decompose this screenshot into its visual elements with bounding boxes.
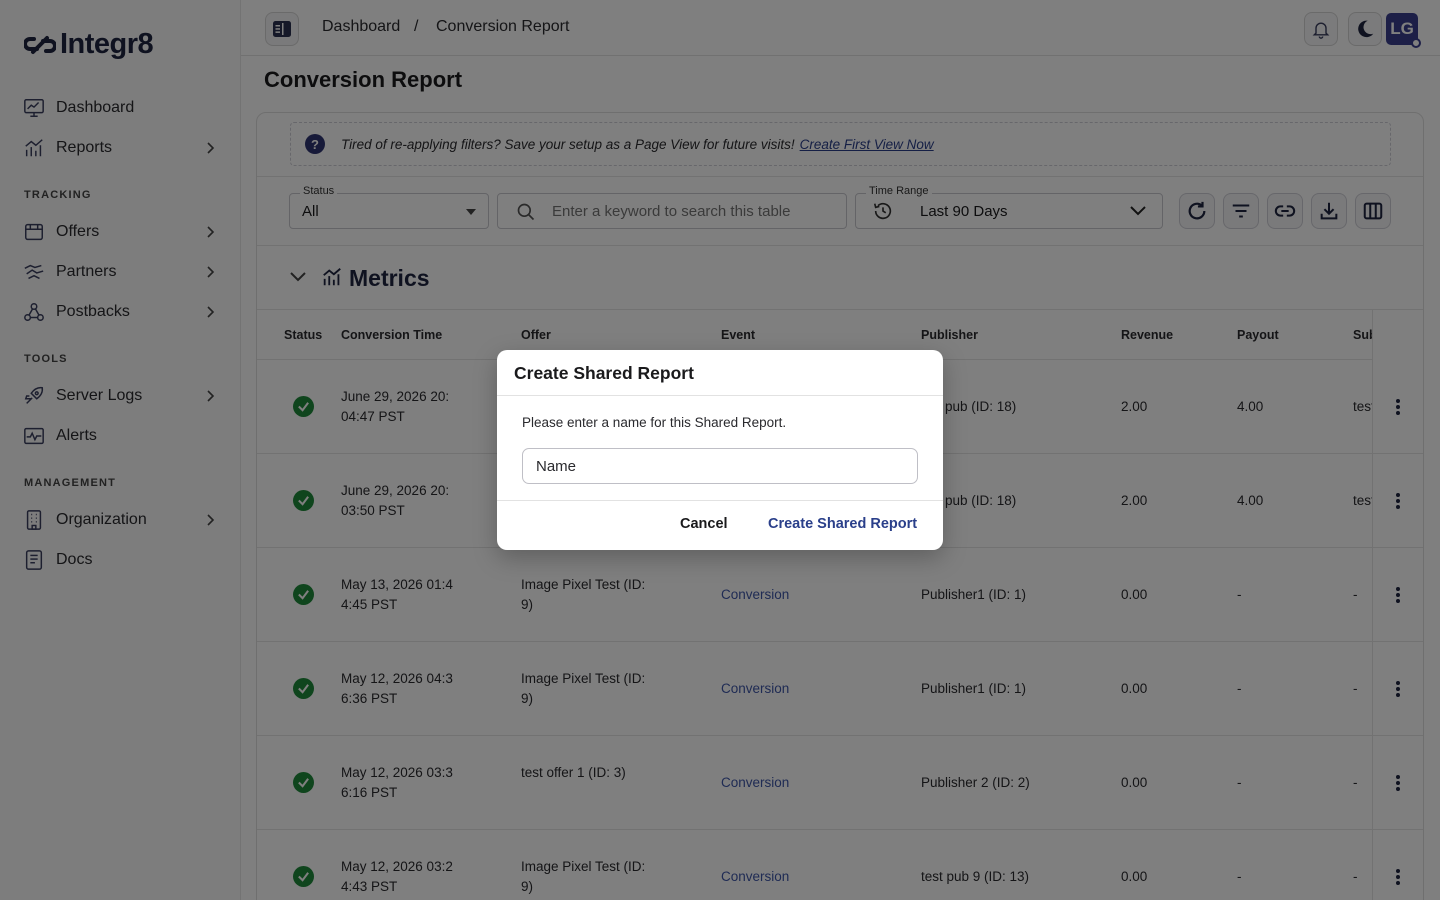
cancel-button[interactable]: Cancel bbox=[680, 516, 728, 532]
dialog-title: Create Shared Report bbox=[514, 363, 694, 383]
dialog-prompt: Please enter a name for this Shared Repo… bbox=[522, 415, 787, 430]
create-shared-report-dialog: Create Shared Report Please enter a name… bbox=[497, 350, 943, 550]
report-name-input[interactable] bbox=[522, 448, 918, 484]
dialog-footer: Cancel Create Shared Report bbox=[497, 500, 943, 550]
dialog-header: Create Shared Report bbox=[497, 350, 943, 396]
create-shared-report-button[interactable]: Create Shared Report bbox=[768, 516, 917, 532]
